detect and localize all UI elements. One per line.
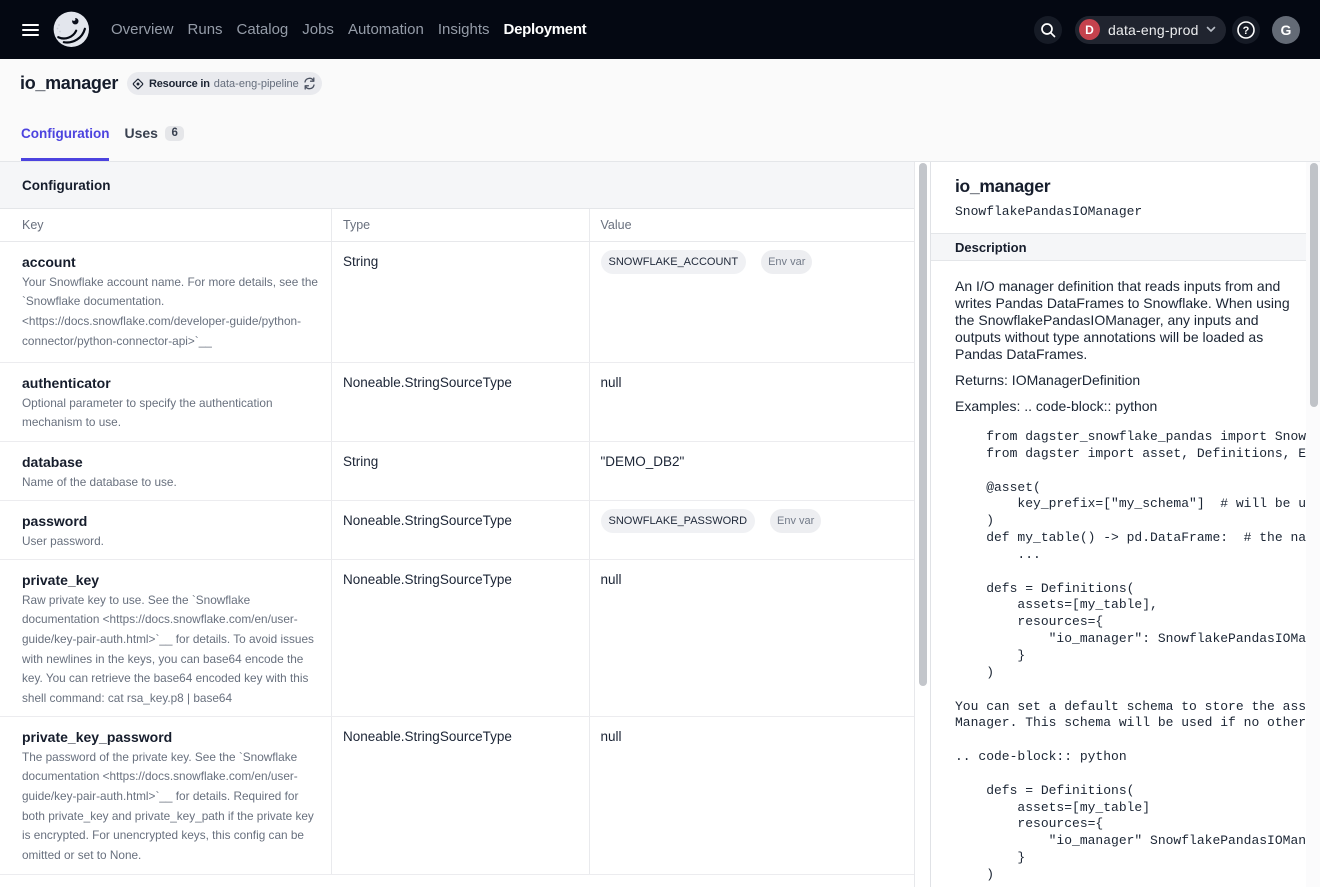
svg-text:?: ? [1243,25,1250,37]
